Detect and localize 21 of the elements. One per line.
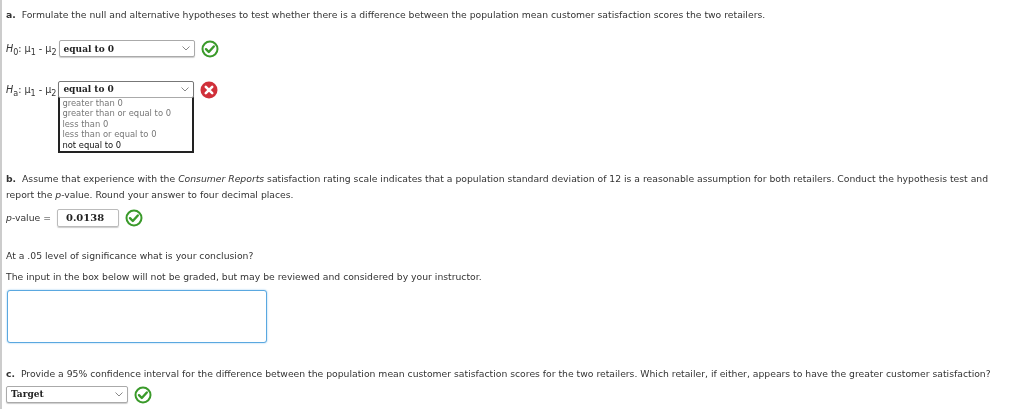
chevron-icon xyxy=(181,46,190,51)
dropdown-option[interactable]: greater than or equal to 0 xyxy=(62,108,191,119)
hypothesis-label: H$_{0}$: μ$_{1}$ - μ$_{2}$ xyxy=(6,42,57,59)
chevron-icon xyxy=(115,391,123,397)
note-text: The input in the box below will not be graded, but may be reviewed and considered by your instructor. xyxy=(6,269,483,284)
dropdown-option[interactable]: less than or equal to 0 xyxy=(62,129,191,140)
answer-label: p-value = xyxy=(6,210,51,225)
dropdown[interactable]: Target xyxy=(6,385,128,403)
answer-field[interactable]: 0.0138 xyxy=(56,208,119,227)
question-text: b. Assume that experience with the Consumer Reports satisfaction rating scale indicates that a population standard deviation of 12 is a reasonable assumption for both retailers. Conduct the hypothesis test and report the p-value. Round your answer to four decimal places. xyxy=(6,171,990,202)
question-text: At a .05 level of significance what is your conclusion? xyxy=(6,248,255,263)
chevron-icon xyxy=(181,86,190,92)
dropdown[interactable]: equal to 0 xyxy=(58,40,195,57)
question-text: a. Formulate the null and alternative hypotheses to test whether there is a difference between the population mean customer satisfaction scores the two retailers. xyxy=(6,8,767,22)
dropdown-option[interactable]: not equal to 0 xyxy=(62,139,191,150)
dropdown[interactable]: equal to 0 xyxy=(58,80,195,98)
dropdown-option[interactable]: greater than 0 xyxy=(62,97,191,109)
answer-box[interactable] xyxy=(7,289,267,343)
hypothesis-label: H$_{a}$: μ$_{1}$ - μ$_{2}$ xyxy=(6,82,57,100)
question-text: c. Provide a 95% confidence interval for the difference between the population mean customer satisfaction scores for the two retailers. Which retailer, if either, appears to have the greater customer satisfaction? xyxy=(6,366,992,381)
dropdown-option[interactable]: less than 0 xyxy=(62,118,191,130)
